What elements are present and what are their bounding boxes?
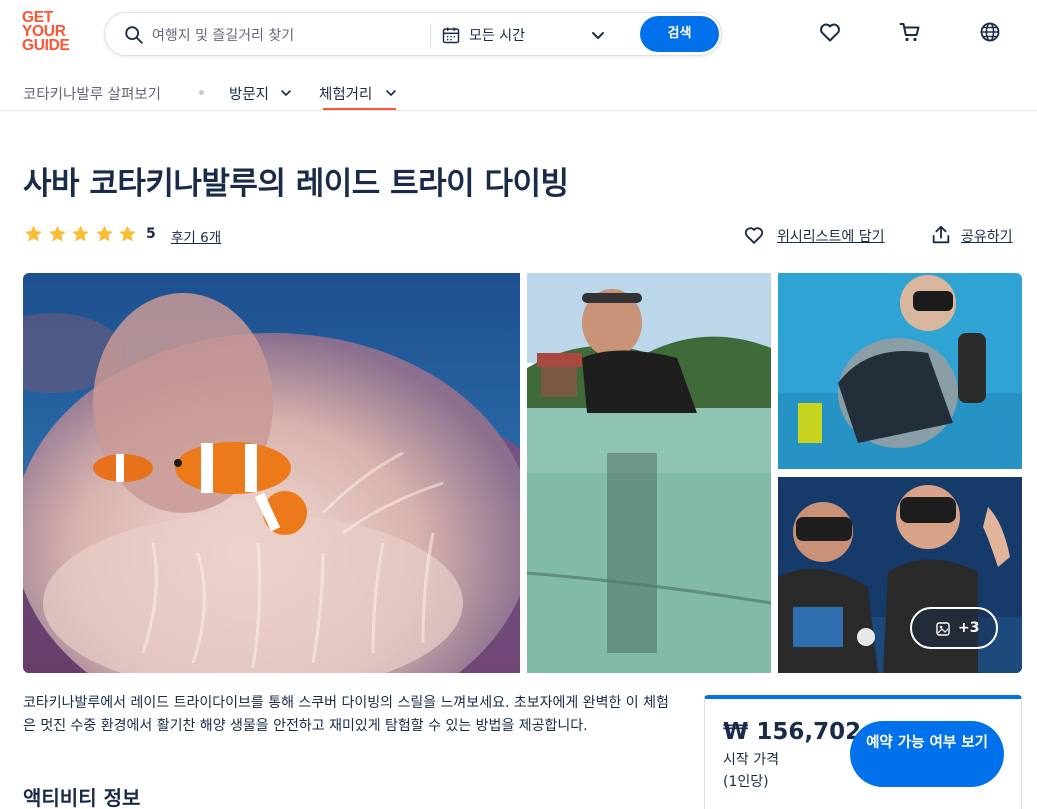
star-icon (95, 225, 113, 242)
reviews-link[interactable]: 후기 6개 (171, 226, 221, 246)
nav-activities[interactable]: 체험거리 (319, 83, 372, 104)
share-icon (932, 225, 950, 244)
page-title: 사바 코타키나발루의 레이드 트라이 다이빙 (23, 166, 569, 202)
gallery-photo-diver-shallow[interactable] (527, 273, 771, 673)
search-divider (430, 24, 431, 46)
heart-icon[interactable] (818, 20, 842, 44)
chevron-down-icon[interactable] (385, 87, 397, 99)
star-icon (119, 225, 136, 242)
chevron-down-icon[interactable] (590, 27, 606, 43)
logo-line-3: GUIDE (22, 37, 70, 54)
more-photos-button[interactable]: +3 (910, 607, 998, 649)
star-rating (23, 224, 141, 244)
rating-value: 5 (146, 226, 156, 242)
nav-places[interactable]: 방문지 (229, 83, 269, 104)
more-photos-count: +3 (958, 620, 980, 636)
search-icon (125, 26, 143, 44)
chevron-down-icon[interactable] (280, 87, 292, 99)
activity-description: 코타키나발루에서 레이드 트라이다이브를 통해 스쿠버 다이빙의 스릴을 느껴보… (23, 695, 669, 734)
active-tab-indicator (323, 108, 396, 110)
search-button[interactable]: 검색 (640, 16, 719, 52)
gallery-photo-diver-underwater[interactable] (778, 273, 1022, 469)
check-availability-button[interactable]: 예약 가능 여부 보기 (850, 721, 1004, 787)
date-selector[interactable]: 모든 시간 (469, 25, 525, 45)
star-icon (48, 225, 66, 242)
booking-card: ₩ 156,702 시작 가격 (1인당) 예약 가능 여부 보기 (704, 695, 1022, 809)
section-heading-activity-info: 액티비티 정보 (23, 786, 141, 809)
getyourguide-logo[interactable]: GET YOUR GUIDE (22, 10, 82, 54)
search-bar[interactable]: 여행지 및 즐길거리 찾기 모든 시간 검색 (104, 12, 722, 56)
price-per-person: (1인당) (723, 774, 769, 790)
nav-explore-city[interactable]: 코타키나발루 살펴보기 (23, 83, 161, 104)
image-icon (936, 622, 950, 636)
calendar-icon (442, 27, 460, 44)
nav-separator-dot (199, 90, 204, 95)
star-icon (25, 225, 42, 242)
price-from-label: 시작 가격 (723, 752, 779, 768)
globe-icon[interactable] (978, 20, 1002, 44)
heart-icon (744, 227, 764, 244)
star-icon (72, 225, 89, 242)
wishlist-label: 위시리스트에 담기 (777, 229, 885, 245)
search-input[interactable]: 여행지 및 즐길거리 찾기 (152, 25, 294, 45)
share-label: 공유하기 (961, 229, 1013, 245)
cart-icon[interactable] (898, 20, 922, 44)
secondary-nav: 코타키나발루 살펴보기 방문지 체험거리 (0, 70, 1037, 111)
gallery-photo-main[interactable] (23, 273, 520, 673)
price-value: ₩ 156,702 (723, 719, 862, 745)
